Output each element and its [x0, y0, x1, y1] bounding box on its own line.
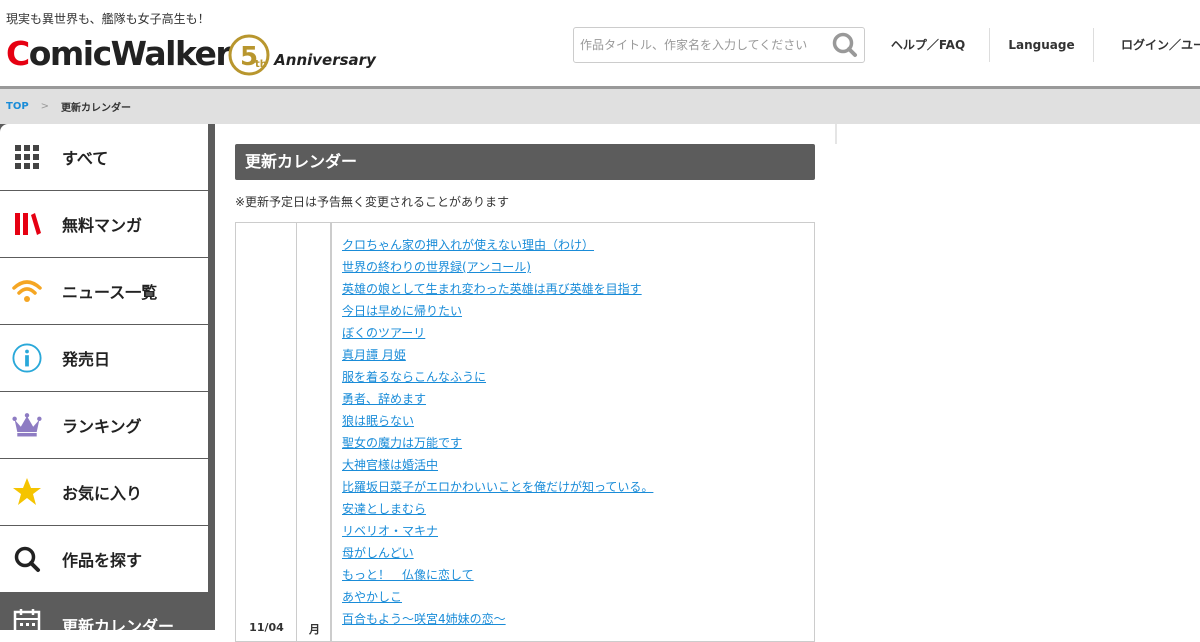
sidebar-item-news[interactable]: ニュース一覧 — [0, 258, 208, 324]
sidebar-item-label: ニュース一覧 — [62, 283, 158, 302]
list-item: 比羅坂日菜子がエロかわいいことを俺だけが知っている。 — [342, 476, 653, 498]
search-icon — [832, 32, 857, 57]
sidebar-item-label: 無料マンガ — [62, 216, 143, 235]
schedule-note: ※更新予定日は予告無く変更されることがあります — [235, 195, 510, 209]
calendar-date: 11/04 — [249, 621, 284, 634]
list-item: 英雄の娘として生まれ変わった英雄は再び英雄を目指す — [342, 278, 653, 300]
sidebar-item-free-manga[interactable]: 無料マンガ — [0, 191, 208, 257]
sidebar-item-ranking[interactable]: ランキング — [0, 392, 208, 458]
star-icon — [12, 477, 42, 507]
title-link[interactable]: もっと！ 仏像に恋して — [342, 568, 474, 582]
title-link[interactable]: 大神官様は婚活中 — [342, 458, 438, 472]
list-item: 真月譚 月姫 — [342, 344, 653, 366]
weekday-column — [297, 223, 332, 641]
list-item: 母がしんどい — [342, 542, 653, 564]
sidebar-item-search[interactable]: 作品を探す — [0, 526, 208, 592]
title-link[interactable]: 英雄の娘として生まれ変わった英雄は再び英雄を目指す — [342, 282, 642, 296]
calendar-icon — [12, 607, 42, 637]
column-divider — [330, 223, 331, 641]
date-column — [236, 223, 297, 641]
sidebar-item-favorites[interactable]: お気に入り — [0, 459, 208, 525]
sidebar-item-update-calendar[interactable]: 更新カレンダー — [0, 593, 215, 636]
list-item: 狼は眠らない — [342, 410, 653, 432]
title-link[interactable]: 百合もよう～咲宮4姉妹の恋～ — [342, 612, 506, 626]
list-item: 世界の終わりの世界録(アンコール) — [342, 256, 653, 278]
nav-divider — [1093, 28, 1094, 62]
title-link[interactable]: 服を着るならこんなふうに — [342, 370, 486, 384]
logo-wordmark: ComicWalker — [6, 33, 232, 73]
list-item: あやかしこ — [342, 586, 653, 608]
sidebar: すべて 無料マンガ ニュース一覧 発売日 ランキング お気に入り 作品を探す 更… — [0, 124, 215, 636]
grid-icon — [12, 142, 42, 172]
comicwalker-logo[interactable]: ComicWalker 5 th Anniversary — [6, 28, 376, 78]
title-link[interactable]: ぼくのツアーリ — [342, 326, 425, 340]
title-link[interactable]: 比羅坂日菜子がエロかわいいことを俺だけが知っている。 — [342, 480, 653, 494]
language-link[interactable]: Language — [1000, 28, 1083, 62]
page-title: 更新カレンダー — [235, 144, 815, 180]
title-link[interactable]: 世界の終わりの世界録(アンコール) — [342, 260, 531, 274]
breadcrumb: TOP > 更新カレンダー — [0, 89, 1200, 124]
list-item: 大神官様は婚活中 — [342, 454, 653, 476]
title-link[interactable]: 今日は早めに帰りたい — [342, 304, 462, 318]
sidebar-item-label: 更新カレンダー — [62, 617, 175, 636]
list-item: リベリオ・マキナ — [342, 520, 653, 542]
list-item: クロちゃん家の押入れが使えない理由（わけ） — [342, 234, 653, 256]
books-icon — [12, 209, 42, 239]
anniversary-badge-icon: 5 th — [226, 30, 272, 76]
breadcrumb-current: 更新カレンダー — [61, 103, 132, 114]
calendar-table: 11/04 月 クロちゃん家の押入れが使えない理由（わけ） 世界の終わりの世界録… — [235, 222, 815, 642]
title-link[interactable]: リベリオ・マキナ — [342, 524, 438, 538]
list-item: 今日は早めに帰りたい — [342, 300, 653, 322]
search-button[interactable] — [830, 31, 860, 59]
list-item: 勇者、辞めます — [342, 388, 653, 410]
main-content: 更新カレンダー ※更新予定日は予告無く変更されることがあります 11/04 月 … — [215, 124, 835, 642]
title-link[interactable]: 聖女の魔力は万能です — [342, 436, 462, 450]
chevron-right-icon: > — [40, 101, 50, 112]
list-item: ぼくのツアーリ — [342, 322, 653, 344]
title-link[interactable]: 母がしんどい — [342, 546, 414, 560]
sidebar-item-label: 作品を探す — [62, 551, 143, 570]
search-box — [573, 27, 865, 63]
title-link[interactable]: 真月譚 月姫 — [342, 348, 406, 362]
logo-anniversary-text: Anniversary — [274, 51, 376, 69]
info-icon — [12, 343, 42, 373]
list-item: 聖女の魔力は万能です — [342, 432, 653, 454]
breadcrumb-top-link[interactable]: TOP — [6, 101, 29, 112]
list-item: 安達としまむら — [342, 498, 653, 520]
tagline: 現実も異世界も、艦隊も女子高生も！ — [6, 12, 210, 26]
title-link[interactable]: クロちゃん家の押入れが使えない理由（わけ） — [342, 238, 594, 252]
sidebar-item-label: ランキング — [62, 417, 142, 436]
column-divider — [835, 124, 837, 144]
wifi-icon — [12, 276, 42, 306]
list-item: 百合もよう～咲宮4姉妹の恋～ — [342, 608, 653, 630]
calendar-weekday: 月 — [309, 623, 320, 636]
list-item: もっと！ 仏像に恋して — [342, 564, 653, 586]
search-input[interactable] — [574, 28, 820, 62]
sidebar-item-label: お気に入り — [62, 484, 143, 503]
title-link[interactable]: 狼は眠らない — [342, 414, 414, 428]
svg-text:th: th — [255, 59, 267, 70]
login-link[interactable]: ログイン／ユーザー登録 — [1121, 28, 1200, 62]
list-item: 服を着るならこんなふうに — [342, 366, 653, 388]
crown-icon — [12, 410, 42, 440]
nav-divider — [989, 28, 990, 62]
sidebar-item-all[interactable]: すべて — [0, 124, 208, 190]
search-icon — [12, 544, 42, 574]
header: 現実も異世界も、艦隊も女子高生も！ ComicWalker 5 th Anniv… — [0, 0, 1200, 86]
title-list: クロちゃん家の押入れが使えない理由（わけ） 世界の終わりの世界録(アンコール) … — [342, 234, 653, 630]
sidebar-item-release-date[interactable]: 発売日 — [0, 325, 208, 391]
title-link[interactable]: あやかしこ — [342, 590, 402, 604]
title-link[interactable]: 勇者、辞めます — [342, 392, 426, 406]
sidebar-item-label: すべて — [62, 149, 109, 168]
title-link[interactable]: 安達としまむら — [342, 502, 426, 516]
help-faq-link[interactable]: ヘルプ／FAQ — [880, 28, 976, 62]
sidebar-item-label: 発売日 — [62, 350, 111, 369]
